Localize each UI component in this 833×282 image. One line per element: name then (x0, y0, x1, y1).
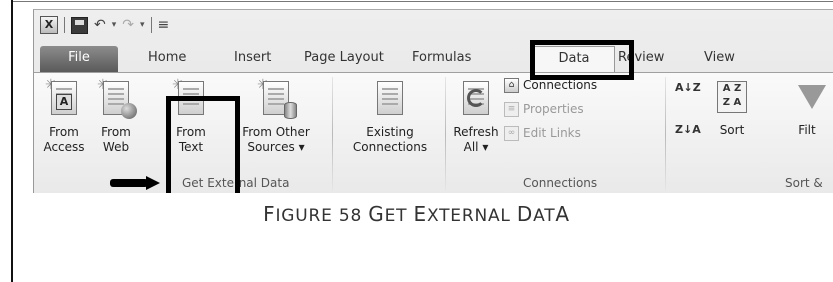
save-icon[interactable] (71, 16, 88, 34)
sort-dialog-icon: A ZZ A (717, 79, 747, 119)
tab-insert[interactable]: Insert (234, 46, 271, 72)
refresh-icon (461, 81, 491, 121)
tab-file[interactable]: File (40, 46, 118, 72)
existing-connections-label-2: Connections (352, 140, 428, 154)
undo-icon[interactable]: ↶ (94, 16, 106, 34)
group-divider (445, 77, 446, 191)
group-divider (665, 77, 666, 191)
other-sources-icon: ✳ (257, 78, 297, 121)
tab-review[interactable]: Review (618, 46, 664, 72)
group-divider (332, 77, 333, 191)
qat-separator (150, 17, 152, 33)
properties-icon: ≡ (504, 101, 519, 117)
existing-connections-label-1: Existing (366, 125, 414, 139)
excel-screenshot: X ↶ ▾ ↷ ▾ ≡ File Home Insert Page Layout… (33, 9, 833, 193)
edit-links-label: Edit Links (523, 126, 581, 140)
redo-dropdown-icon[interactable]: ▾ (140, 20, 145, 30)
sort-z-to-a-icon[interactable]: Z↓A (675, 124, 701, 135)
existing-connections-icon (375, 81, 405, 121)
filter-button[interactable]: Filt (782, 79, 832, 138)
sort-label: Sort (719, 123, 745, 137)
from-text-label-1: From (176, 125, 206, 139)
existing-connections-button[interactable]: Existing Connections (340, 79, 440, 155)
tab-formulas[interactable]: Formulas (412, 46, 471, 72)
page-frame-left (11, 0, 13, 282)
tab-page-layout[interactable]: Page Layout (304, 46, 384, 72)
page-frame-top (11, 1, 833, 2)
quick-access-toolbar: X ↶ ▾ ↷ ▾ ≡ (34, 10, 833, 40)
from-access-label-1: From (49, 125, 79, 139)
undo-dropdown-icon[interactable]: ▾ (112, 20, 117, 30)
connections-label: Connections (523, 78, 598, 92)
ribbon-tabs: File Home Insert Page Layout Formulas Da… (34, 40, 833, 72)
access-icon: ✳A (45, 78, 79, 121)
from-other-sources-button[interactable]: ✳ From Other Sources ▾ (234, 78, 318, 155)
sort-filter-group-label: Sort & (785, 176, 823, 190)
from-text-label-2: Text (178, 140, 204, 154)
sort-button[interactable]: A ZZ A Sort (710, 79, 754, 138)
properties-button[interactable]: ≡ Properties (504, 101, 584, 117)
qat-separator (64, 17, 65, 33)
tab-data[interactable]: Data (533, 46, 615, 72)
web-icon: ✳ (97, 78, 137, 121)
pointer-arrow-icon (110, 176, 162, 190)
filter-icon (792, 79, 826, 119)
properties-label: Properties (523, 102, 584, 116)
from-web-button[interactable]: ✳ From Web (94, 78, 138, 155)
connections-icon: ⌂ (504, 77, 519, 93)
connections-button[interactable]: ⌂ Connections (504, 77, 597, 93)
edit-links-button[interactable]: ∞ Edit Links (504, 125, 581, 141)
from-text-button[interactable]: ✳ From Text (164, 78, 218, 155)
customize-qat-icon[interactable]: ≡ (158, 16, 170, 34)
refresh-all-label-2: All ▾ (463, 140, 489, 154)
refresh-all-label-1: Refresh (453, 125, 499, 139)
tab-home[interactable]: Home (148, 46, 186, 72)
figure-caption: FIGURE 58 GET EXTERNAL DATA (263, 202, 570, 226)
filter-label: Filt (798, 123, 816, 137)
ribbon-body: ✳A From Access ✳ From Web ✳ From Text ✳ … (34, 72, 833, 193)
edit-links-icon: ∞ (504, 125, 519, 141)
get-external-data-group-label: Get External Data (182, 176, 290, 190)
redo-icon[interactable]: ↷ (122, 16, 134, 34)
connections-group-label: Connections (523, 176, 598, 190)
from-access-button[interactable]: ✳A From Access (40, 78, 88, 155)
text-file-icon: ✳ (172, 78, 206, 121)
from-web-label-1: From (101, 125, 131, 139)
refresh-all-button[interactable]: Refresh All ▾ (450, 79, 502, 155)
sort-a-to-z-icon[interactable]: A↓Z (675, 82, 701, 93)
from-access-label-2: Access (43, 140, 85, 154)
from-web-label-2: Web (102, 140, 130, 154)
from-other-label-1: From Other (242, 125, 310, 139)
from-other-label-2: Sources ▾ (247, 140, 305, 154)
tab-view[interactable]: View (704, 46, 735, 72)
excel-app-icon[interactable]: X (40, 16, 58, 34)
